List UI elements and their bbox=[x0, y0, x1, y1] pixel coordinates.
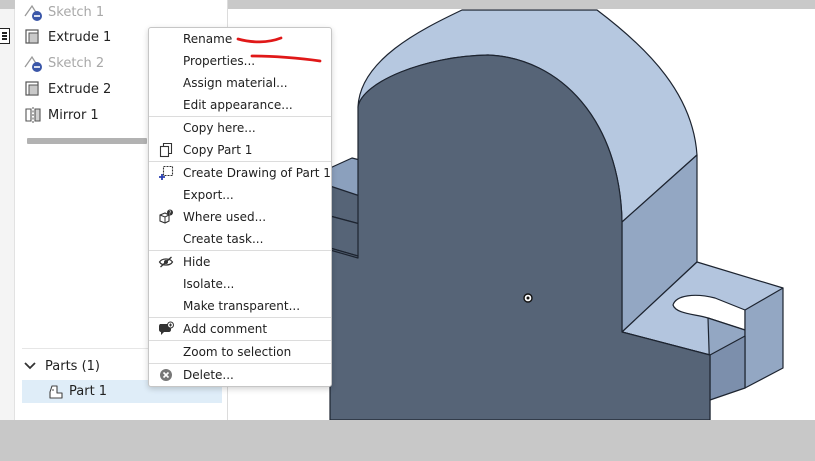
feature-extrude-2[interactable]: Extrude 2 bbox=[23, 78, 111, 100]
where-used-icon: ? bbox=[158, 209, 174, 225]
menu-item-label: Create task... bbox=[183, 232, 264, 246]
extrude-icon bbox=[23, 79, 43, 99]
menu-item-add-comment[interactable]: Add comment bbox=[149, 318, 331, 340]
menu-item-label: Delete... bbox=[183, 368, 234, 382]
part-icon bbox=[48, 384, 64, 400]
menu-item-label: Add comment bbox=[183, 322, 268, 336]
menu-item-assign-material[interactable]: Assign material... bbox=[149, 72, 331, 94]
menu-item-label: Zoom to selection bbox=[183, 345, 292, 359]
menu-item-export[interactable]: Export... bbox=[149, 184, 331, 206]
feature-list-toggle-icon[interactable] bbox=[0, 28, 10, 44]
menu-item-label: Rename bbox=[183, 32, 233, 46]
feature-label: Sketch 2 bbox=[48, 55, 105, 71]
menu-item-zoom-to-selection[interactable]: Zoom to selection bbox=[149, 341, 331, 363]
menu-item-label: Isolate... bbox=[183, 277, 235, 291]
left-strip bbox=[0, 9, 15, 420]
menu-item-hide[interactable]: Hide bbox=[149, 251, 331, 273]
part-label: Part 1 bbox=[69, 384, 108, 399]
menu-item-label: Copy Part 1 bbox=[183, 143, 253, 157]
menu-item-label: Hide bbox=[183, 255, 211, 269]
bottom-bar bbox=[0, 420, 815, 461]
mirror-icon bbox=[23, 105, 43, 125]
menu-item-make-transparent[interactable]: Make transparent... bbox=[149, 295, 331, 317]
menu-item-label: Properties... bbox=[183, 54, 256, 68]
menu-item-label: Assign material... bbox=[183, 76, 288, 90]
menu-item-label: Export... bbox=[183, 188, 234, 202]
feature-extrude-1[interactable]: Extrude 1 bbox=[23, 26, 111, 48]
sketch-suppressed-icon bbox=[23, 53, 43, 73]
menu-item-label: Where used... bbox=[183, 210, 267, 224]
sketch-suppressed-icon bbox=[23, 2, 43, 22]
menu-item-copy-here[interactable]: Copy here... bbox=[149, 117, 331, 139]
feature-list-scrollbar[interactable] bbox=[27, 138, 147, 144]
feature-label: Extrude 2 bbox=[48, 81, 112, 97]
menu-item-create-drawing[interactable]: Create Drawing of Part 1... bbox=[149, 162, 331, 184]
hide-eye-icon bbox=[158, 254, 174, 270]
menu-item-rename[interactable]: Rename bbox=[149, 28, 331, 50]
parts-header-label: Parts (1) bbox=[45, 358, 100, 374]
delete-icon bbox=[158, 367, 174, 383]
create-drawing-icon bbox=[158, 165, 174, 181]
menu-item-label: Create Drawing of Part 1... bbox=[183, 166, 331, 180]
context-menu: Rename Properties... Assign material... … bbox=[148, 27, 332, 387]
copy-icon bbox=[158, 142, 174, 158]
feature-label: Mirror 1 bbox=[48, 107, 99, 123]
feature-label: Extrude 1 bbox=[48, 29, 112, 45]
menu-item-label: Copy here... bbox=[183, 121, 256, 135]
feature-sketch-2[interactable]: Sketch 2 bbox=[23, 52, 104, 74]
feature-mirror-1[interactable]: Mirror 1 bbox=[23, 104, 99, 126]
menu-item-properties[interactable]: Properties... bbox=[149, 50, 331, 72]
menu-item-label: Make transparent... bbox=[183, 299, 301, 313]
extrude-icon bbox=[23, 27, 43, 47]
menu-item-edit-appearance[interactable]: Edit appearance... bbox=[149, 94, 331, 116]
svg-text:?: ? bbox=[169, 210, 172, 216]
add-comment-icon bbox=[158, 321, 174, 337]
chevron-down-icon[interactable] bbox=[23, 359, 37, 373]
menu-item-label: Edit appearance... bbox=[183, 98, 293, 112]
feature-label: Sketch 1 bbox=[48, 4, 105, 20]
feature-sketch-1[interactable]: Sketch 1 bbox=[23, 1, 104, 23]
menu-item-create-task[interactable]: Create task... bbox=[149, 228, 331, 250]
menu-item-copy-part[interactable]: Copy Part 1 bbox=[149, 139, 331, 161]
parts-section-header[interactable]: Parts (1) bbox=[23, 356, 100, 376]
menu-item-isolate[interactable]: Isolate... bbox=[149, 273, 331, 295]
menu-item-where-used[interactable]: ? Where used... bbox=[149, 206, 331, 228]
menu-item-delete[interactable]: Delete... bbox=[149, 364, 331, 386]
